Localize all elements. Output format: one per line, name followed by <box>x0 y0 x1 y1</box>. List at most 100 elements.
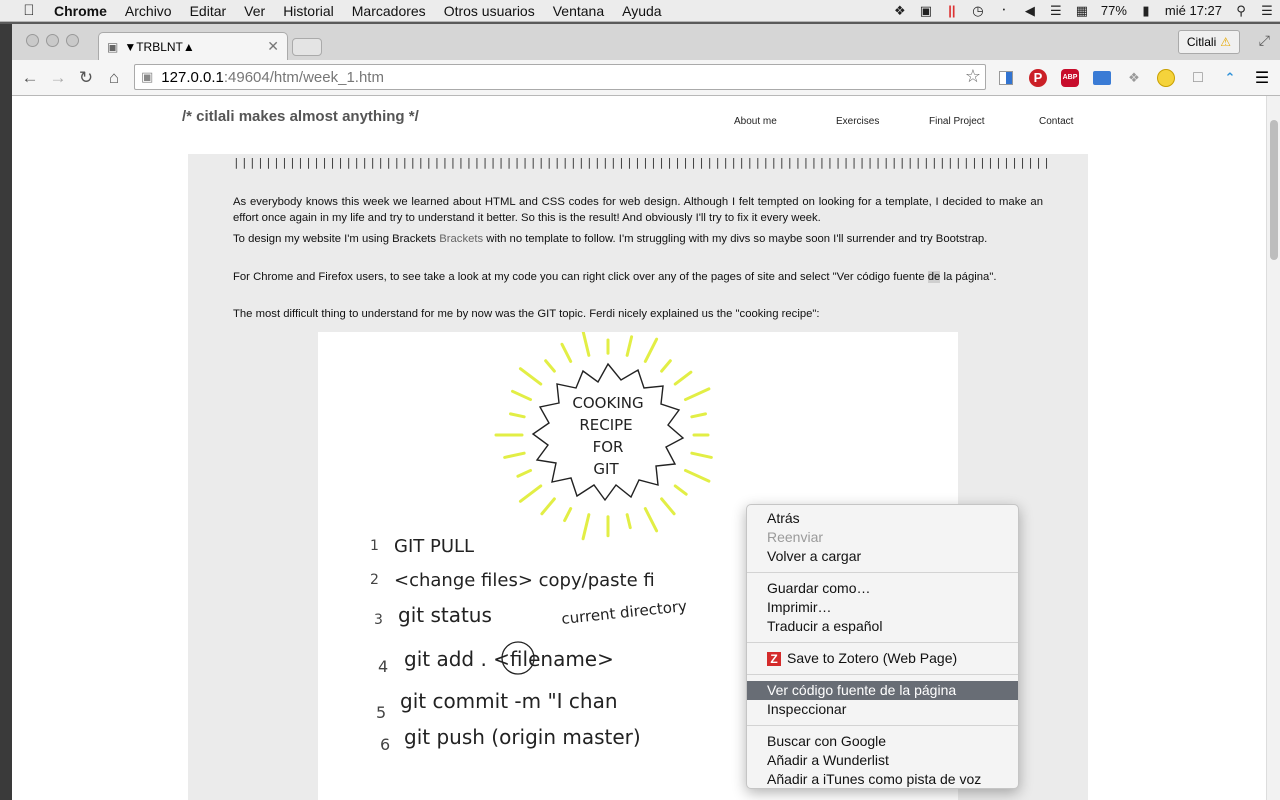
burst-ray <box>540 497 556 516</box>
apple-menu-icon[interactable]:  <box>18 2 40 19</box>
bluetooth-icon[interactable]: ᛫ <box>991 0 1017 22</box>
close-window-button[interactable] <box>26 34 39 47</box>
burst-ray <box>660 359 672 373</box>
site-nav: About me Exercises Final Project Contact <box>734 116 1073 127</box>
burst-ray <box>503 451 526 459</box>
emoji-face-icon[interactable] <box>1152 64 1180 92</box>
forward-arrow-icon[interactable]: → <box>44 64 72 92</box>
step-text: GIT PULL <box>394 536 474 557</box>
menu-marcadores[interactable]: Marcadores <box>343 0 435 22</box>
menu-item-reload[interactable]: Volver a cargar <box>747 547 1018 566</box>
menubar:  Chrome Archivo Editar Ver Historial Ma… <box>0 0 1280 22</box>
volume-icon[interactable]: ◀ <box>1017 0 1043 22</box>
zotero-icon: Z <box>767 652 781 667</box>
screen-capture-icon[interactable] <box>1088 64 1116 92</box>
notification-center-icon[interactable]: ☰ <box>1254 0 1280 22</box>
bookmark-icon[interactable]: ▣ <box>913 0 939 22</box>
menu-archivo[interactable]: Archivo <box>116 0 181 22</box>
menubar-clock[interactable]: mié 17:27 <box>1159 3 1228 18</box>
delicious-icon[interactable] <box>992 64 1020 92</box>
burst-ray <box>518 367 543 386</box>
step-5: 5 git commit -m "I chan <box>376 689 618 722</box>
spotlight-search-icon[interactable]: ⚲ <box>1228 0 1254 22</box>
menu-item-translate[interactable]: Traducir a español <box>747 617 1018 636</box>
time-machine-icon[interactable]: ◷ <box>965 0 991 22</box>
menu-item-save-as[interactable]: Guardar como… <box>747 579 1018 598</box>
menu-ver[interactable]: Ver <box>235 0 274 22</box>
site-title: /* citlali makes almost anything */ <box>182 108 419 125</box>
menu-app-chrome[interactable]: Chrome <box>40 0 116 22</box>
nav-final-project[interactable]: Final Project <box>929 116 1039 127</box>
brackets-link[interactable]: Brackets <box>439 233 483 245</box>
battery-icon[interactable]: ▮ <box>1133 0 1159 22</box>
reload-icon[interactable]: ↻ <box>72 64 100 92</box>
page-scrollbar[interactable] <box>1266 96 1280 800</box>
extensions-bar: P ABP ❖ □ ⌃ ☰ <box>992 64 1276 92</box>
paragraph-view-source: For Chrome and Firefox users, to see tak… <box>233 269 1043 285</box>
burst-ray <box>673 370 693 386</box>
browser-toolbar: ← → ↻ ⌂ ▣ 127.0.0.1:49604/htm/week_1.htm… <box>12 60 1280 96</box>
decorative-bars: ||||||||||||||||||||||||||||||||||||||||… <box>233 156 1052 169</box>
zotero-label: Save to Zotero (Web Page) <box>787 650 958 666</box>
menu-item-forward: Reenviar <box>767 529 824 545</box>
annotation-current-directory: current directory <box>561 597 688 628</box>
menu-item-print[interactable]: Imprimir… <box>747 598 1018 617</box>
wifi-icon[interactable]: ☰ <box>1043 0 1069 22</box>
menu-item-search-google[interactable]: Buscar con Google <box>747 732 1018 751</box>
burst-ray <box>581 329 591 357</box>
pause-icon[interactable]: || <box>939 0 965 22</box>
back-arrow-icon[interactable]: ← <box>16 64 44 92</box>
address-bar[interactable]: ▣ 127.0.0.1:49604/htm/week_1.htm ☆ <box>134 64 986 90</box>
calendar-icon[interactable]: ▦ <box>1069 0 1095 22</box>
adblock-plus-icon[interactable]: ABP <box>1056 64 1084 92</box>
new-tab-button[interactable] <box>292 38 322 56</box>
pinterest-icon[interactable]: P <box>1024 64 1052 92</box>
menu-editar[interactable]: Editar <box>181 0 236 22</box>
menu-ventana[interactable]: Ventana <box>544 0 613 22</box>
warning-icon: ⚠ <box>1220 35 1231 49</box>
minimize-window-button[interactable] <box>46 34 59 47</box>
page-icon: ▣ <box>141 69 154 84</box>
status-area: ❖ ▣ || ◷ ᛫ ◀ ☰ ▦ 77% ▮ mié 17:27 ⚲ ☰ <box>887 0 1280 22</box>
menu-item-add-itunes[interactable]: Añadir a iTunes como pista de voz <box>747 770 1018 789</box>
burst-ray <box>581 513 591 541</box>
arc-extension-icon[interactable]: ⌃ <box>1216 64 1244 92</box>
menu-item-back[interactable]: Atrás <box>747 509 1018 528</box>
menu-item-view-source[interactable]: Ver código fuente de la página <box>747 681 1018 700</box>
tab-title: ▼TRBLNT▲ <box>124 39 195 54</box>
step-number: 4 <box>378 657 388 676</box>
home-icon[interactable]: ⌂ <box>100 64 128 92</box>
zoom-window-button[interactable] <box>66 34 79 47</box>
menu-ayuda[interactable]: Ayuda <box>613 0 670 22</box>
tab-close-icon[interactable]: ✕ <box>267 38 279 55</box>
burst-ray <box>518 484 543 503</box>
battery-percent[interactable]: 77% <box>1095 3 1133 18</box>
burst-ray <box>509 412 526 419</box>
tab-active[interactable]: ▣ ▼TRBLNT▲ ✕ <box>98 32 288 60</box>
dropbox-extension-icon[interactable]: ❖ <box>1120 64 1148 92</box>
scrollbar-thumb[interactable] <box>1270 120 1278 260</box>
profile-button[interactable]: Citlali ⚠ <box>1177 30 1240 54</box>
menu-item-inspect[interactable]: Inspeccionar <box>747 700 1018 719</box>
p3-text-after: la página". <box>940 271 997 283</box>
dropbox-icon[interactable]: ❖ <box>887 0 913 22</box>
menu-item-add-wunderlist[interactable]: Añadir a Wunderlist <box>747 751 1018 770</box>
nav-about-me[interactable]: About me <box>734 116 836 127</box>
fullscreen-icon[interactable]: ⤢ <box>1259 32 1270 49</box>
nav-contact[interactable]: Contact <box>1039 116 1073 127</box>
bookmark-star-icon[interactable]: ☆ <box>965 66 981 87</box>
menu-otros-usuarios[interactable]: Otros usuarios <box>435 0 544 22</box>
document-icon[interactable]: □ <box>1184 64 1212 92</box>
chrome-menu-icon[interactable]: ☰ <box>1248 64 1276 92</box>
step-6: 6 git push (origin master) <box>380 725 641 754</box>
menu-item-save-to-zotero[interactable]: Z Save to Zotero (Web Page) <box>747 649 1018 668</box>
menu-separator <box>747 572 1018 573</box>
url-host: 127.0.0.1 <box>161 68 224 86</box>
p3-text-before: For Chrome and Firefox users, to see tak… <box>233 271 928 283</box>
burst-ray <box>643 337 659 363</box>
p2-text-before: To design my website I'm using Brackets <box>233 233 440 245</box>
url-path: :49604/htm/week_1.htm <box>223 68 384 86</box>
menu-historial[interactable]: Historial <box>274 0 343 22</box>
step-text: git push (origin master) <box>404 725 641 749</box>
nav-exercises[interactable]: Exercises <box>836 116 929 127</box>
